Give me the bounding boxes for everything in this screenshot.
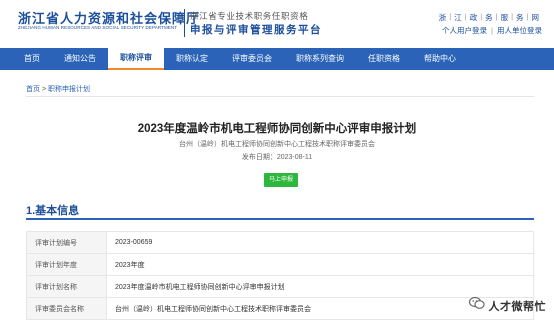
breadcrumb-divider: [26, 96, 534, 97]
row-label: 评审计划年度: [26, 253, 107, 276]
gov-service-link[interactable]: 浙 | 江 | 政 | 务 | 服 | 务 | 网: [436, 12, 542, 23]
nav-title-recognition[interactable]: 职称认定: [164, 48, 220, 70]
publish-date: 发布日期：2023-08-11: [241, 154, 313, 161]
nav-notices[interactable]: 通知公告: [52, 48, 108, 70]
site-header: 浙江省人力资源和社会保障厅 ZHEJIANG HUMAN RESOURCES A…: [0, 0, 554, 46]
login-links: 个人用户登录 | 用人单位登录: [442, 25, 542, 36]
wechat-icon: [468, 296, 485, 315]
row-value: 2023年度: [106, 253, 534, 276]
gov-link-char[interactable]: 浙: [436, 12, 450, 23]
personal-login-link[interactable]: 个人用户登录: [442, 25, 487, 36]
watermark-text: 人才微帮忙: [488, 300, 546, 313]
committee-name: 台州（温岭）机电工程师协同创新中心工程技术职称评审委员会: [179, 141, 375, 148]
row-value: 2023-00659: [106, 231, 534, 254]
breadcrumb-current[interactable]: 职称申报计划: [48, 86, 90, 93]
gov-link-char[interactable]: 网: [529, 12, 543, 23]
row-label: 评审计划名称: [26, 275, 107, 298]
gov-link-char[interactable]: 江: [451, 12, 465, 23]
basic-info-table: 评审计划编号 2023-00659 评审计划年度 2023年度 评审计划名称 2…: [26, 231, 534, 320]
gov-link-char[interactable]: 政: [467, 12, 481, 23]
table-row: 评审计划名称 2023年度温岭市机电工程师协同创新中心评审申报计划: [26, 275, 534, 298]
logo-divider: [184, 9, 185, 37]
table-row: 评审计划编号 2023-00659: [26, 231, 534, 254]
row-label: 评审委员会名称: [26, 297, 107, 320]
table-row: 评审计划年度 2023年度: [26, 253, 534, 276]
nav-help-center[interactable]: 帮助中心: [412, 48, 468, 70]
gov-link-char[interactable]: 务: [482, 12, 496, 23]
gov-link-char[interactable]: 务: [513, 12, 527, 23]
nav-home[interactable]: 首页: [12, 48, 52, 70]
apply-now-button[interactable]: 马上申报: [264, 173, 298, 187]
separator: |: [491, 26, 493, 35]
row-label: 评审计划编号: [26, 231, 107, 254]
logo-subtitle-en: ZHEJIANG HUMAN RESOURCES AND SOCIAL SECU…: [18, 25, 178, 30]
platform-title: 申报与评审管理服务平台: [190, 24, 322, 36]
breadcrumb-separator: >: [41, 86, 47, 93]
row-value: 2023年度温岭市机电工程师协同创新中心评审申报计划: [106, 275, 534, 298]
section-title: 1.基本信息: [26, 205, 80, 217]
breadcrumb-home[interactable]: 首页: [26, 86, 40, 93]
watermark: 人才微帮忙: [468, 296, 547, 315]
platform-subtitle: 浙江省专业技术职务任职资格: [190, 11, 309, 21]
table-row: 评审委员会名称 台州（温岭）机电工程师协同创新中心工程技术职称评审委员会: [26, 297, 534, 320]
page-title: 2023年度温岭市机电工程师协同创新中心评审申报计划: [137, 123, 417, 135]
nav-review-committee[interactable]: 评审委员会: [220, 48, 284, 70]
gov-link-char[interactable]: 服: [498, 12, 512, 23]
main-nav: 首页 通知公告 职称评审 职称认定 评审委员会 职称系列查询 任职资格 帮助中心: [0, 48, 554, 70]
breadcrumb: 首页 > 职称申报计划: [26, 84, 90, 94]
section-divider: [26, 218, 534, 220]
nav-title-review[interactable]: 职称评审: [108, 48, 164, 70]
nav-qualification[interactable]: 任职资格: [356, 48, 412, 70]
nav-series-query[interactable]: 职称系列查询: [284, 48, 356, 70]
unit-login-link[interactable]: 用人单位登录: [497, 25, 542, 36]
